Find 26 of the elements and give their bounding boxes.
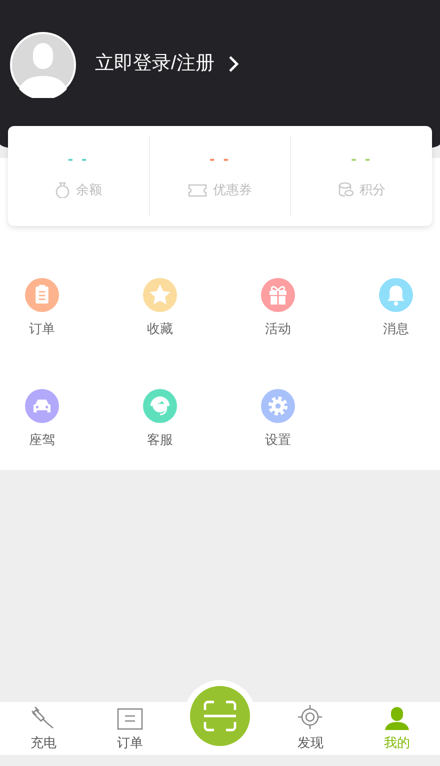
tab[interactable]: 发现 <box>267 702 354 755</box>
coins-icon <box>338 182 354 198</box>
avatar-icon[interactable] <box>9 32 77 98</box>
menu-item[interactable]: 客服 <box>118 389 202 467</box>
tab[interactable]: 充电 <box>0 702 86 755</box>
stat-value: - - <box>209 152 231 168</box>
money-bag-icon <box>54 182 70 198</box>
stat-label: 优惠券 <box>213 181 252 200</box>
login-link[interactable]: 立即登录/注册 <box>95 50 240 78</box>
stat-value: - - <box>351 152 372 168</box>
chevron-right-icon <box>228 55 240 74</box>
menu-item[interactable]: 活动 <box>236 278 320 356</box>
menu-item[interactable]: 收藏 <box>118 278 202 356</box>
stat-label: 余额 <box>76 181 102 200</box>
list-icon <box>116 708 143 730</box>
menu-item[interactable]: 消息 <box>354 278 438 356</box>
menu-item[interactable]: 座驾 <box>0 389 84 467</box>
person-icon <box>384 706 410 730</box>
scan-icon <box>203 700 237 732</box>
target-icon <box>297 704 324 730</box>
stat-value: - - <box>68 152 89 168</box>
ticket-icon <box>188 184 207 196</box>
tab[interactable]: 订单 <box>86 702 173 755</box>
stat-label: 积分 <box>360 181 386 200</box>
menu-item[interactable]: 设置 <box>236 389 320 467</box>
menu-item[interactable]: 订单 <box>0 278 84 356</box>
